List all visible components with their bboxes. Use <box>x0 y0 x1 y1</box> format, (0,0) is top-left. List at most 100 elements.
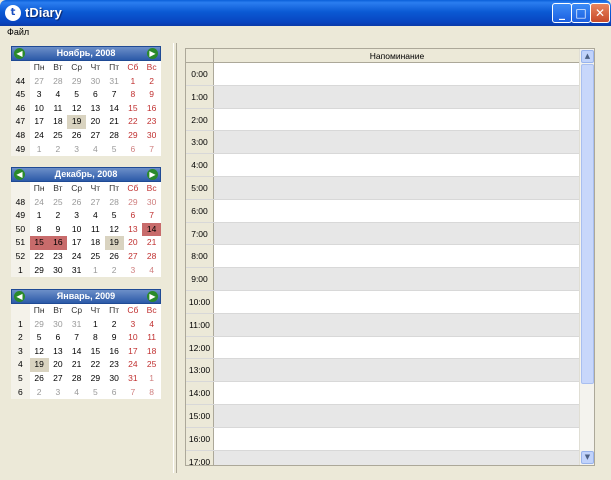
calendar-day[interactable]: 23 <box>105 358 124 372</box>
calendar-day[interactable]: 19 <box>67 115 86 129</box>
calendar-day[interactable]: 26 <box>67 129 86 143</box>
calendar-day[interactable]: 5 <box>86 386 105 400</box>
calendar-day[interactable]: 14 <box>142 222 161 237</box>
calendar-day[interactable]: 13 <box>86 102 105 116</box>
calendar-day[interactable]: 18 <box>142 345 161 359</box>
calendar-day[interactable]: 21 <box>67 358 86 372</box>
calendar-day[interactable]: 14 <box>67 345 86 359</box>
calendar-day[interactable]: 27 <box>30 75 49 89</box>
calendar-day[interactable]: 23 <box>142 115 161 129</box>
calendar-day[interactable]: 6 <box>105 386 124 400</box>
vertical-scrollbar[interactable]: ▲ ▼ <box>579 49 594 465</box>
calendar-day[interactable]: 7 <box>67 331 86 345</box>
calendar-day[interactable]: 27 <box>49 372 68 386</box>
calendar-day[interactable]: 25 <box>49 196 68 210</box>
calendar-day[interactable]: 22 <box>86 358 105 372</box>
calendar-day[interactable]: 1 <box>30 143 49 157</box>
calendar-day[interactable]: 3 <box>30 88 49 102</box>
calendar-day[interactable]: 22 <box>124 115 143 129</box>
calendar-day[interactable]: 17 <box>67 236 86 250</box>
calendar-day[interactable]: 20 <box>124 236 143 250</box>
calendar-day[interactable]: 24 <box>124 358 143 372</box>
calendar-month-title[interactable]: Ноябрь, 2008 <box>12 48 160 58</box>
calendar-day[interactable]: 2 <box>105 264 124 278</box>
calendar-day[interactable]: 13 <box>124 223 143 237</box>
calendar-day[interactable]: 24 <box>30 196 49 210</box>
reminder-cell[interactable] <box>214 450 580 465</box>
calendar-day[interactable]: 7 <box>105 88 124 102</box>
calendar-day[interactable]: 16 <box>105 345 124 359</box>
calendar-day[interactable]: 28 <box>142 250 161 264</box>
calendar-day[interactable]: 19 <box>29 358 49 372</box>
reminder-cell[interactable] <box>214 245 580 268</box>
calendar-day[interactable]: 24 <box>67 250 86 264</box>
calendar-day[interactable]: 5 <box>105 143 124 157</box>
calendar-day[interactable]: 26 <box>105 250 124 264</box>
calendar-day[interactable]: 6 <box>49 331 68 345</box>
calendar-day[interactable]: 11 <box>86 223 105 237</box>
calendar-day[interactable]: 4 <box>49 88 68 102</box>
calendar-day[interactable]: 1 <box>142 372 161 386</box>
calendar-day[interactable]: 11 <box>142 331 161 345</box>
calendar-day[interactable]: 12 <box>67 102 86 116</box>
reminder-cell[interactable] <box>214 85 580 108</box>
calendar-day[interactable]: 30 <box>86 75 105 89</box>
calendar-day[interactable]: 10 <box>124 331 143 345</box>
calendar-day[interactable]: 6 <box>124 209 143 223</box>
calendar-day[interactable]: 4 <box>142 264 161 278</box>
calendar-day[interactable]: 4 <box>142 318 161 332</box>
column-header-reminder[interactable]: Напоминание <box>214 49 580 63</box>
calendar-day[interactable]: 1 <box>124 75 143 89</box>
calendar-month-title[interactable]: Декабрь, 2008 <box>12 169 160 179</box>
calendar-day[interactable]: 15 <box>29 236 49 250</box>
calendar-day[interactable]: 5 <box>105 209 124 223</box>
calendar-day[interactable]: 8 <box>124 88 143 102</box>
calendar-day[interactable]: 27 <box>124 250 143 264</box>
calendar-day[interactable]: 29 <box>86 372 105 386</box>
reminder-cell[interactable] <box>214 404 580 427</box>
title-bar[interactable]: t tDiary _ □ ✕ <box>0 0 611 26</box>
calendar-day[interactable]: 21 <box>142 236 161 250</box>
calendar-day[interactable]: 20 <box>49 358 68 372</box>
reminder-cell[interactable] <box>214 427 580 450</box>
reminder-cell[interactable] <box>214 63 580 85</box>
calendar-day[interactable]: 12 <box>30 345 49 359</box>
close-button[interactable]: ✕ <box>590 3 610 23</box>
calendar-day[interactable]: 6 <box>86 88 105 102</box>
reminder-cell[interactable] <box>214 176 580 199</box>
calendar-day[interactable]: 30 <box>142 196 161 210</box>
calendar-day[interactable]: 5 <box>30 331 49 345</box>
calendar-day[interactable]: 4 <box>86 209 105 223</box>
calendar-day[interactable]: 12 <box>105 223 124 237</box>
calendar-day[interactable]: 29 <box>124 196 143 210</box>
reminder-cell[interactable] <box>214 131 580 154</box>
calendar-day[interactable]: 28 <box>105 129 124 143</box>
calendar-day[interactable]: 9 <box>105 331 124 345</box>
calendar-day[interactable]: 2 <box>142 75 161 89</box>
reminder-cell[interactable] <box>214 290 580 313</box>
reminder-cell[interactable] <box>214 359 580 382</box>
reminder-cell[interactable] <box>214 382 580 404</box>
calendar-day[interactable]: 17 <box>30 115 49 129</box>
calendar-day[interactable]: 2 <box>105 318 124 332</box>
calendar-day[interactable]: 31 <box>67 318 86 332</box>
calendar-day[interactable]: 19 <box>104 236 124 250</box>
calendar-day[interactable]: 15 <box>124 102 143 116</box>
calendar-day[interactable]: 25 <box>142 358 161 372</box>
calendar-day[interactable]: 16 <box>48 236 68 250</box>
calendar-day[interactable]: 8 <box>86 331 105 345</box>
calendar-day[interactable]: 29 <box>30 264 49 278</box>
calendar-day[interactable]: 16 <box>142 102 161 116</box>
reminder-cell[interactable] <box>214 108 580 131</box>
calendar-day[interactable]: 29 <box>67 75 86 89</box>
maximize-button[interactable]: □ <box>571 3 591 23</box>
reminder-cell[interactable] <box>214 199 580 222</box>
calendar-day[interactable]: 18 <box>49 115 68 129</box>
scroll-up-button[interactable]: ▲ <box>581 50 594 63</box>
calendar-day[interactable]: 5 <box>67 88 86 102</box>
calendar-day[interactable]: 2 <box>30 386 49 400</box>
calendar-day[interactable]: 7 <box>142 209 161 223</box>
calendar-day[interactable]: 21 <box>105 115 124 129</box>
minimize-button[interactable]: _ <box>552 3 572 23</box>
calendar-day[interactable]: 9 <box>49 223 68 237</box>
